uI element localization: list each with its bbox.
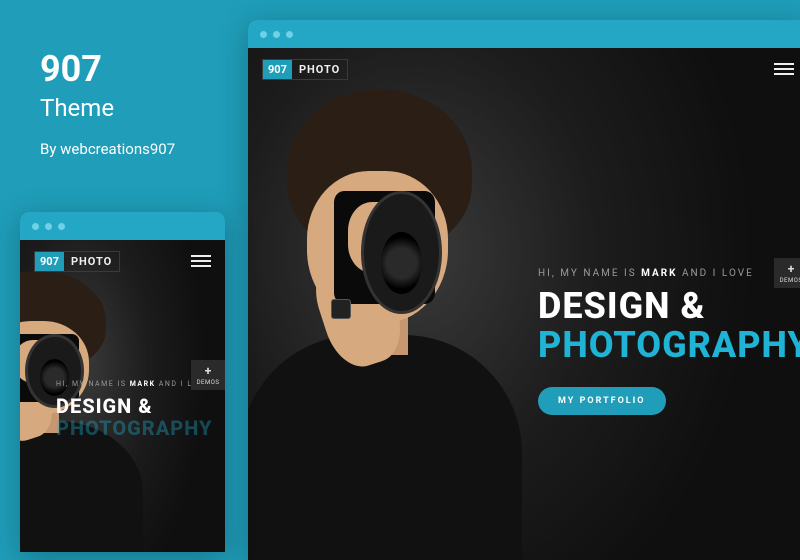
logo-mark: 907 <box>263 60 292 79</box>
logo-word: PHOTO <box>292 60 347 79</box>
hero-image <box>248 89 556 560</box>
site-logo[interactable]: 907 PHOTO <box>262 59 348 80</box>
headline-line2: PHOTOGRAPHY <box>538 326 798 365</box>
site-logo[interactable]: 907 PHOTO <box>34 251 120 272</box>
hero-intro: HI, MY NAME IS MARK AND I LOVE <box>538 268 798 279</box>
site-topbar: 907 PHOTO <box>248 48 800 90</box>
demos-button[interactable]: + DEMOS <box>774 258 800 288</box>
window-dot-icon <box>273 31 280 38</box>
hamburger-icon[interactable] <box>191 255 211 267</box>
theme-header: 907 Theme By webcreations907 <box>40 50 175 158</box>
demos-label: DEMOS <box>191 379 225 386</box>
logo-word: PHOTO <box>64 252 119 271</box>
window-dot-icon <box>286 31 293 38</box>
portfolio-button[interactable]: MY PORTFOLIO <box>538 387 666 415</box>
hero-text: HI, MY NAME IS MARK AND I LOVE DESIGN & … <box>538 268 798 415</box>
headline-line2: PHOTOGRAPHY <box>56 418 215 440</box>
window-dot-icon <box>260 31 267 38</box>
theme-subtitle: Theme <box>40 94 175 122</box>
window-dot-icon <box>32 223 39 230</box>
desktop-viewport: 907 PHOTO + DEMOS HI, MY NAME IS MARK AN… <box>248 48 800 560</box>
logo-mark: 907 <box>35 252 64 271</box>
browser-titlebar <box>248 20 800 48</box>
demos-button[interactable]: + DEMOS <box>191 360 225 390</box>
mobile-viewport: 907 PHOTO + DEMOS HI, MY NAME IS MARK AN… <box>20 240 225 552</box>
demos-label: DEMOS <box>774 277 800 284</box>
theme-author: By webcreations907 <box>40 140 175 158</box>
theme-title: 907 <box>40 50 175 90</box>
plus-icon: + <box>191 365 225 377</box>
mobile-preview: 907 PHOTO + DEMOS HI, MY NAME IS MARK AN… <box>20 212 225 552</box>
window-dot-icon <box>58 223 65 230</box>
headline-line1: DESIGN & <box>56 396 215 418</box>
browser-titlebar <box>20 212 225 240</box>
site-topbar: 907 PHOTO <box>20 240 225 282</box>
hamburger-icon[interactable] <box>774 63 794 75</box>
hero-headline: DESIGN & PHOTOGRAPHY <box>56 396 215 439</box>
window-dot-icon <box>45 223 52 230</box>
headline-line1: DESIGN & <box>538 287 798 326</box>
hero-headline: DESIGN & PHOTOGRAPHY <box>538 287 798 365</box>
plus-icon: + <box>774 263 800 275</box>
desktop-preview: 907 PHOTO + DEMOS HI, MY NAME IS MARK AN… <box>248 20 800 560</box>
